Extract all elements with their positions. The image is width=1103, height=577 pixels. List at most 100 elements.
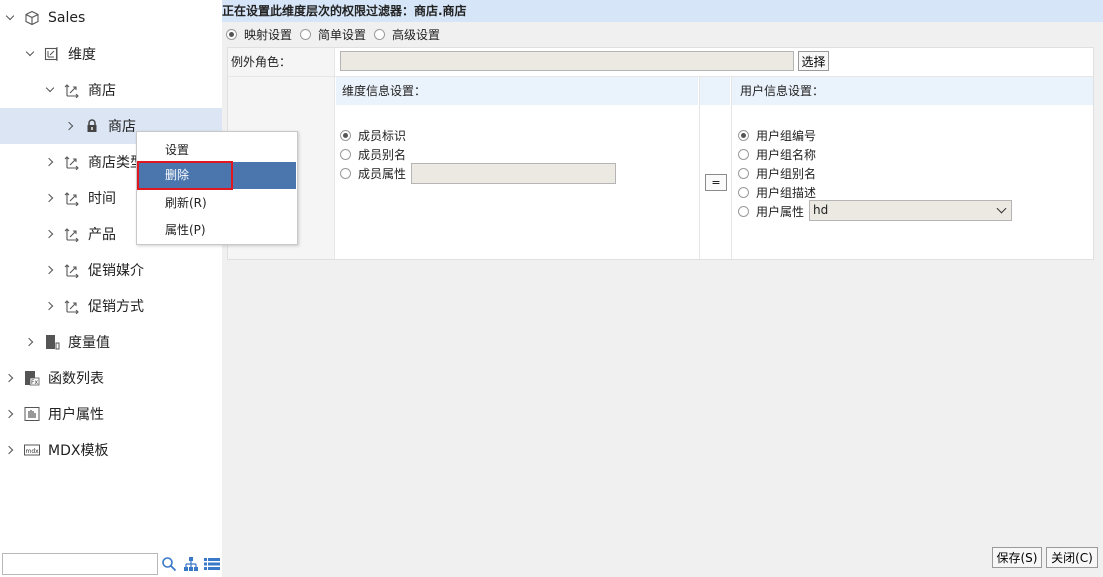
option-label: 成员别名: [358, 148, 407, 162]
chevron-right-icon[interactable]: [66, 121, 76, 131]
close-button[interactable]: 关闭(C): [1046, 547, 1098, 568]
radio-icon[interactable]: [738, 168, 749, 179]
chevron-right-icon[interactable]: [46, 265, 56, 275]
list-view-icon[interactable]: [204, 557, 220, 571]
tree-item-label: 度量值: [68, 335, 110, 351]
member-attribute-radio[interactable]: 成员属性: [340, 165, 406, 182]
chevron-right-icon[interactable]: [46, 229, 56, 239]
chevron-right-icon[interactable]: [46, 301, 56, 311]
option-label: 成员标识: [358, 129, 407, 143]
tree-structure-icon[interactable]: [183, 556, 199, 572]
tree-item-promo-media[interactable]: 促销媒介: [0, 252, 222, 288]
tree-item-mdx-template[interactable]: mdx MDX模板: [0, 432, 222, 468]
chevron-right-icon[interactable]: [26, 337, 36, 347]
menu-item-delete[interactable]: 删除: [137, 161, 296, 190]
member-alias-radio[interactable]: 成员别名: [340, 146, 406, 163]
radio-selected-icon[interactable]: [340, 130, 351, 141]
mode-label: 映射设置: [244, 27, 293, 42]
mode-mapping-radio[interactable]: 映射设置: [226, 26, 292, 43]
tree-item-functions[interactable]: Fx 函数列表: [0, 360, 222, 396]
mdx-icon: mdx: [24, 442, 40, 458]
mapping-form: 例外角色： 选择 维度信息设置： 用户信息设置： 成员标识 成员别名 成员属性 …: [227, 47, 1094, 260]
tree-item-store-hierarchy[interactable]: 商店: [0, 72, 222, 108]
menu-item-settings[interactable]: 设置: [138, 137, 296, 164]
panel-title: 正在设置此维度层次的权限过滤器：商店.商店: [222, 0, 1103, 22]
chevron-right-icon[interactable]: [46, 157, 56, 167]
chevron-right-icon[interactable]: [6, 445, 16, 455]
mode-advanced-radio[interactable]: 高级设置: [374, 26, 440, 43]
equals-button[interactable]: =: [705, 174, 727, 191]
svg-text:mdx: mdx: [26, 448, 40, 455]
radio-selected-icon[interactable]: [738, 130, 749, 141]
user-group-desc-radio[interactable]: 用户组描述: [738, 184, 816, 201]
radio-icon[interactable]: [374, 28, 386, 40]
chevron-down-icon[interactable]: [46, 85, 56, 95]
search-input[interactable]: [2, 553, 158, 575]
radio-icon[interactable]: [738, 187, 749, 198]
tree-item-label: Sales: [48, 10, 86, 26]
chevron-right-icon[interactable]: [6, 409, 16, 419]
chevron-down-icon: [996, 203, 1007, 214]
hierarchy-icon: [64, 298, 80, 314]
chevron-down-icon[interactable]: [26, 49, 36, 59]
function-icon: Fx: [24, 370, 40, 386]
search-icon[interactable]: [161, 556, 177, 572]
cube-icon: [24, 10, 40, 26]
mode-selector: 映射设置 简单设置 高级设置: [226, 25, 448, 43]
exception-role-label: 例外角色：: [228, 48, 334, 76]
chevron-right-icon[interactable]: [46, 193, 56, 203]
filter-settings-panel: 正在设置此维度层次的权限过滤器：商店.商店 映射设置 简单设置 高级设置 例外角…: [222, 0, 1103, 577]
dimension-icon: [44, 46, 60, 62]
hierarchy-icon: [64, 82, 80, 98]
tree-item-label: 函数列表: [48, 371, 104, 387]
option-label: 用户组描述: [756, 186, 817, 200]
user-attribute-select[interactable]: hd: [809, 200, 1012, 221]
svg-text:Fx: Fx: [31, 379, 38, 386]
save-button[interactable]: 保存(S): [992, 547, 1042, 568]
tree-item-user-attributes[interactable]: 用户属性: [0, 396, 222, 432]
option-label: 用户属性: [756, 205, 805, 219]
hierarchy-icon: [64, 262, 80, 278]
user-attribute-radio[interactable]: 用户属性: [738, 203, 804, 220]
radio-selected-icon[interactable]: [226, 28, 237, 40]
mode-label: 高级设置: [392, 27, 441, 42]
chevron-down-icon[interactable]: [6, 13, 16, 23]
radio-icon[interactable]: [340, 149, 351, 160]
radio-icon[interactable]: [340, 168, 351, 179]
tree-item-dimension[interactable]: 维度: [0, 36, 222, 72]
tree-item-label: 促销媒介: [88, 263, 144, 279]
choose-button[interactable]: 选择: [798, 51, 829, 71]
member-id-radio[interactable]: 成员标识: [340, 127, 406, 144]
tree-item-label: 商店: [108, 119, 136, 135]
menu-item-properties[interactable]: 属性(P): [138, 217, 296, 244]
user-settings-header: 用户信息设置：: [732, 77, 1093, 105]
hierarchy-icon: [64, 226, 80, 242]
mode-simple-radio[interactable]: 简单设置: [300, 26, 366, 43]
user-group-alias-radio[interactable]: 用户组别名: [738, 165, 816, 182]
tree-item-sales[interactable]: Sales: [0, 0, 222, 36]
measure-icon: [44, 334, 60, 350]
user-group-id-radio[interactable]: 用户组编号: [738, 127, 816, 144]
divider: [334, 48, 335, 259]
mode-label: 简单设置: [318, 27, 367, 42]
tree-item-label: 商店: [88, 83, 116, 99]
menu-item-refresh[interactable]: 刷新(R): [138, 190, 296, 217]
radio-icon[interactable]: [738, 206, 749, 217]
chevron-right-icon[interactable]: [6, 373, 16, 383]
member-attribute-field[interactable]: [411, 163, 616, 184]
user-attribute-icon: [24, 406, 40, 422]
exception-role-field[interactable]: [340, 51, 794, 71]
lock-icon: [84, 118, 100, 134]
select-value: hd: [813, 203, 829, 217]
tree-panel: Sales 维度 商店 商店 商店类型 时间 产品 促销媒介 促销方式 度量值 …: [0, 0, 222, 577]
tree-item-measures[interactable]: 度量值: [0, 324, 222, 360]
option-label: 成员属性: [358, 167, 407, 181]
option-label: 用户组名称: [756, 148, 817, 162]
tree-item-promo-method[interactable]: 促销方式: [0, 288, 222, 324]
tree-item-label: MDX模板: [48, 443, 109, 459]
radio-icon[interactable]: [738, 149, 749, 160]
user-group-name-radio[interactable]: 用户组名称: [738, 146, 816, 163]
hierarchy-icon: [64, 190, 80, 206]
radio-icon[interactable]: [300, 28, 312, 40]
equals-column-header: [700, 77, 730, 105]
